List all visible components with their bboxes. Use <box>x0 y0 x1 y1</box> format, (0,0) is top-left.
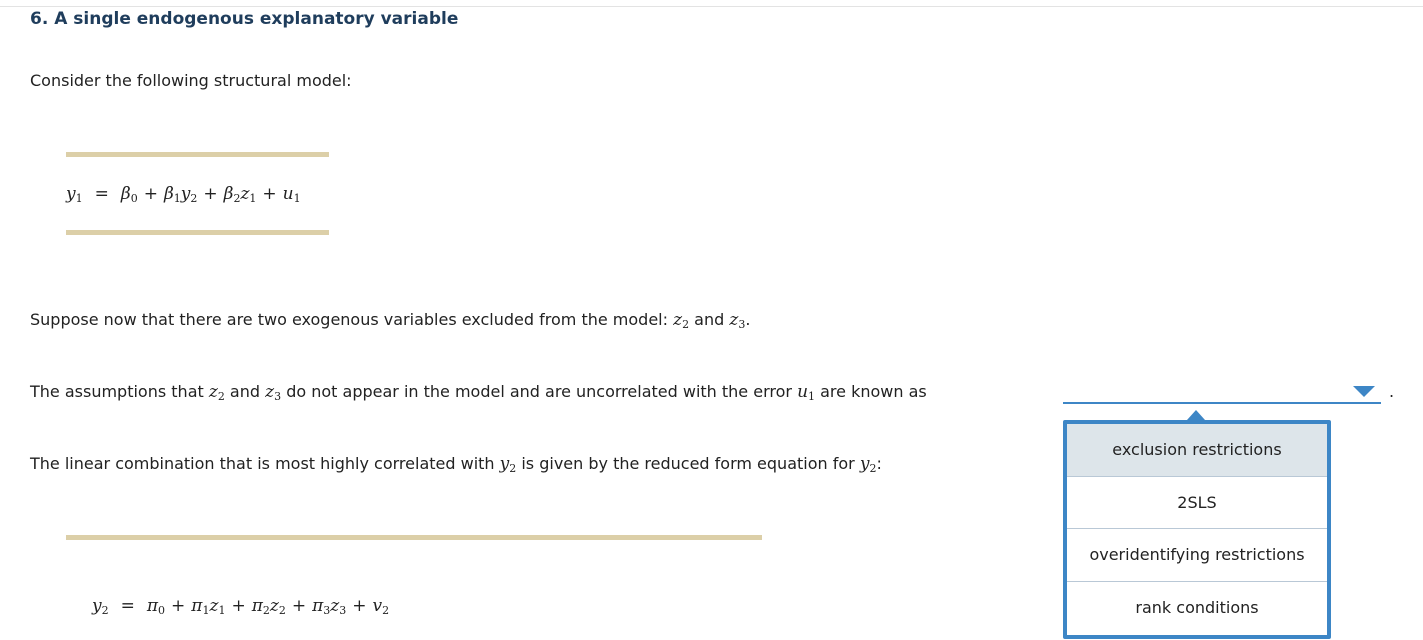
reduced-form-rule <box>66 535 762 540</box>
option-2sls[interactable]: 2SLS <box>1067 477 1327 529</box>
question-page: 6. A single endogenous explanatory varia… <box>0 0 1423 640</box>
chevron-down-icon[interactable] <box>1353 386 1375 397</box>
option-rank-conditions[interactable]: rank conditions <box>1067 582 1327 635</box>
option-overidentifying-restrictions[interactable]: overidentifying restrictions <box>1067 529 1327 582</box>
answer-dropdown[interactable] <box>1063 378 1381 404</box>
question-heading: 6. A single endogenous explanatory varia… <box>30 9 459 29</box>
dropdown-pointer <box>1187 410 1205 420</box>
top-divider <box>0 6 1423 7</box>
structural-equation: y1 = β0 + β1y2 + β2z1 + u1 <box>66 184 301 205</box>
linear-combination-text: The linear combination that is most high… <box>30 454 882 475</box>
option-exclusion-restrictions[interactable]: exclusion restrictions <box>1067 424 1327 477</box>
equation-rule-bottom <box>66 230 329 235</box>
reduced-form-equation: y2 = π0 + π1z1 + π2z2 + π3z3 + v2 <box>92 596 390 617</box>
equation-rule-top <box>66 152 329 157</box>
assumption-text: The assumptions that z2 and z3 do not ap… <box>30 382 927 403</box>
suppose-text: Suppose now that there are two exogenous… <box>30 310 751 331</box>
dropdown-menu: exclusion restrictions 2SLS overidentify… <box>1063 420 1331 639</box>
sentence-period: . <box>1389 382 1395 401</box>
intro-text: Consider the following structural model: <box>30 71 352 90</box>
